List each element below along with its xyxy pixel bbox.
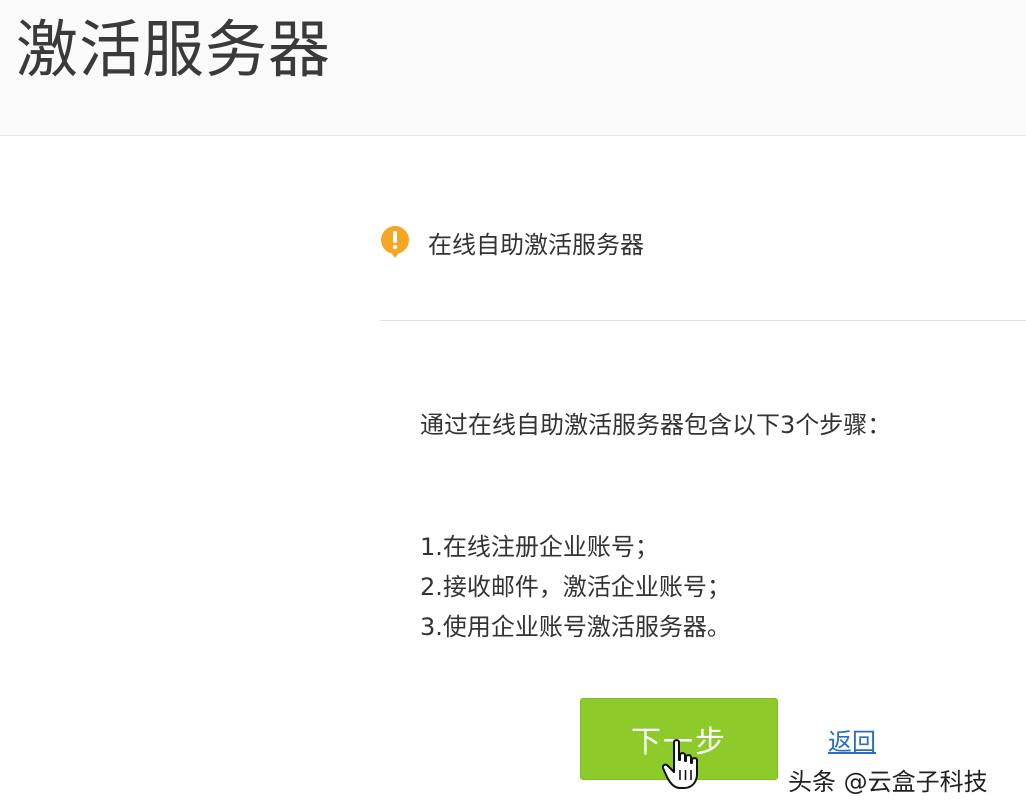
page-header: 激活服务器	[0, 0, 1026, 136]
intro-text: 通过在线自助激活服务器包含以下3个步骤：	[420, 411, 892, 439]
steps-list: 1.在线注册企业账号； 2.接收邮件，激活企业账号； 3.使用企业账号激活服务器…	[420, 527, 731, 647]
notice-text: 在线自助激活服务器	[428, 230, 644, 259]
notice-row: 在线自助激活服务器	[380, 222, 644, 262]
page-title: 激活服务器	[16, 13, 332, 86]
back-link[interactable]: 返回	[828, 722, 876, 757]
hand-cursor-icon	[661, 738, 702, 790]
step-item: 2.接收邮件，激活企业账号；	[420, 573, 731, 601]
step-item: 3.使用企业账号激活服务器。	[420, 613, 731, 641]
activation-page: 激活服务器 在线自助激活服务器 通过在线自助激活服务器包含以下3个步骤： 1.在…	[0, 0, 1026, 810]
watermark: 头条 @云盒子科技	[788, 768, 988, 796]
warning-icon	[380, 225, 410, 259]
section-divider	[380, 320, 1026, 321]
step-item: 1.在线注册企业账号；	[420, 533, 659, 561]
